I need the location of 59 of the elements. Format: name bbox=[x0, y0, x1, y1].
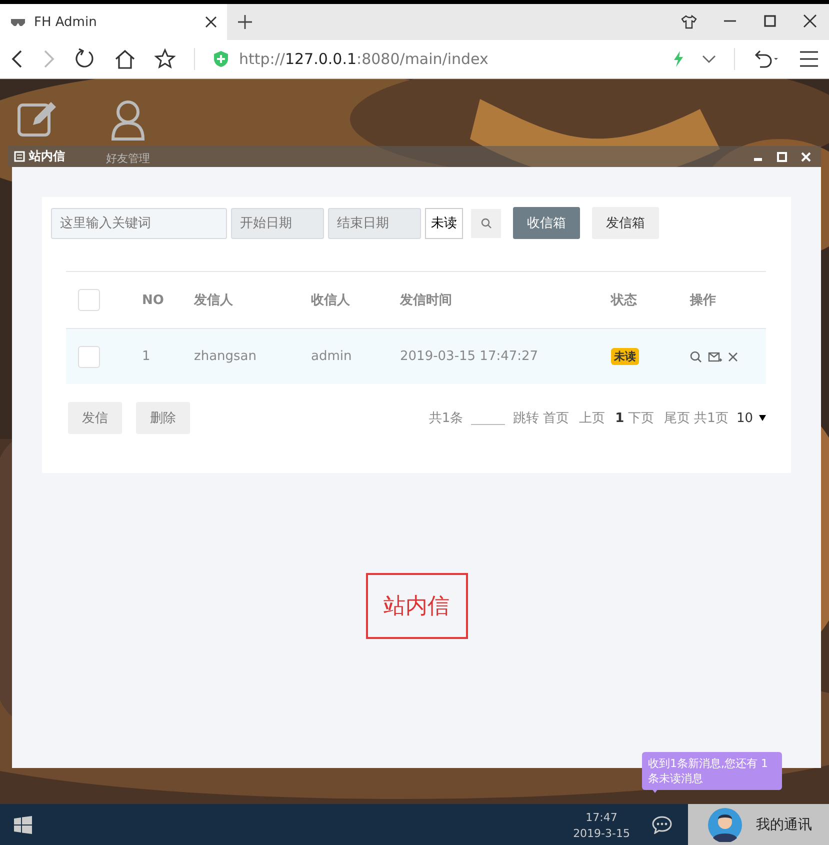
close-icon[interactable] bbox=[803, 14, 817, 28]
status-badge: 未读 bbox=[611, 348, 639, 365]
current-page[interactable]: 1 bbox=[615, 410, 624, 426]
start-date-field[interactable]: 开始日期 bbox=[231, 208, 324, 238]
close-icon[interactable] bbox=[205, 16, 217, 28]
avatar-icon bbox=[708, 808, 742, 842]
tab-title: FH Admin bbox=[34, 14, 97, 30]
windows-icon[interactable] bbox=[14, 816, 32, 834]
total-count: 共1条 bbox=[428, 410, 464, 427]
mail-icon[interactable] bbox=[708, 350, 722, 362]
annotation-label: 站内信 bbox=[366, 573, 468, 639]
window-icon bbox=[14, 151, 25, 162]
edit-icon[interactable] bbox=[17, 99, 59, 139]
shirt-icon[interactable] bbox=[681, 14, 697, 30]
mask-icon bbox=[10, 17, 26, 27]
next-page-link[interactable]: 下页 bbox=[628, 409, 654, 427]
status-select[interactable]: 未读 bbox=[425, 208, 463, 238]
row-checkbox[interactable] bbox=[78, 346, 100, 368]
action-button[interactable]: 删除 bbox=[136, 402, 190, 434]
caret-icon bbox=[759, 415, 766, 421]
chevron-down-icon[interactable] bbox=[702, 54, 716, 64]
first-page-link[interactable]: 首页 bbox=[543, 409, 570, 427]
table-cell: 2019-03-15 17:47:27 bbox=[399, 328, 610, 384]
clock-date: 2019-3-15 bbox=[573, 826, 630, 840]
mailbox-tab[interactable]: 发信箱 bbox=[592, 207, 659, 239]
search-icon[interactable] bbox=[690, 350, 702, 362]
star-icon[interactable] bbox=[154, 48, 176, 70]
table-cell: admin bbox=[310, 328, 399, 384]
undo-icon[interactable] bbox=[753, 49, 781, 69]
reload-icon[interactable] bbox=[74, 48, 96, 70]
mailbox-tab[interactable]: 收信箱 bbox=[513, 207, 580, 239]
address-field[interactable]: http://127.0.0.1:8080/main/index bbox=[239, 50, 654, 68]
search-icon bbox=[480, 218, 492, 228]
chat-icon[interactable] bbox=[652, 816, 672, 834]
jump-link[interactable]: 跳转 bbox=[513, 409, 540, 427]
table-cell: zhangsan bbox=[193, 328, 310, 384]
prev-page-link[interactable]: 上页 bbox=[579, 409, 606, 427]
contacts-button[interactable]: 我的通讯 bbox=[688, 804, 829, 845]
end-date-field[interactable]: 结束日期 bbox=[328, 208, 421, 238]
desktop-icon-label[interactable]: 好友管理 bbox=[106, 151, 150, 166]
browser-tab[interactable]: FH Admin bbox=[0, 4, 227, 40]
back-icon[interactable] bbox=[10, 49, 24, 69]
clock-time: 17:47 bbox=[586, 810, 618, 824]
home-icon[interactable] bbox=[114, 49, 136, 69]
select-all-checkbox[interactable] bbox=[78, 289, 100, 311]
plus-icon[interactable] bbox=[237, 14, 253, 30]
close-icon[interactable] bbox=[728, 352, 738, 362]
last-page-link[interactable]: 尾页 bbox=[664, 409, 690, 427]
user-icon[interactable] bbox=[110, 99, 146, 141]
window-title: 站内信 bbox=[29, 148, 65, 165]
table-cell: 1 bbox=[141, 328, 193, 384]
maximize-icon[interactable] bbox=[763, 14, 777, 28]
page-size-select[interactable]: 10 bbox=[736, 410, 766, 426]
search-button[interactable] bbox=[471, 208, 501, 238]
shield-icon bbox=[213, 50, 229, 68]
page-count: 共1页 bbox=[694, 410, 728, 427]
keyword-field[interactable]: 这里输入关键词 bbox=[51, 208, 227, 238]
menu-icon[interactable] bbox=[799, 50, 819, 68]
action-button[interactable]: 发信 bbox=[68, 402, 122, 434]
